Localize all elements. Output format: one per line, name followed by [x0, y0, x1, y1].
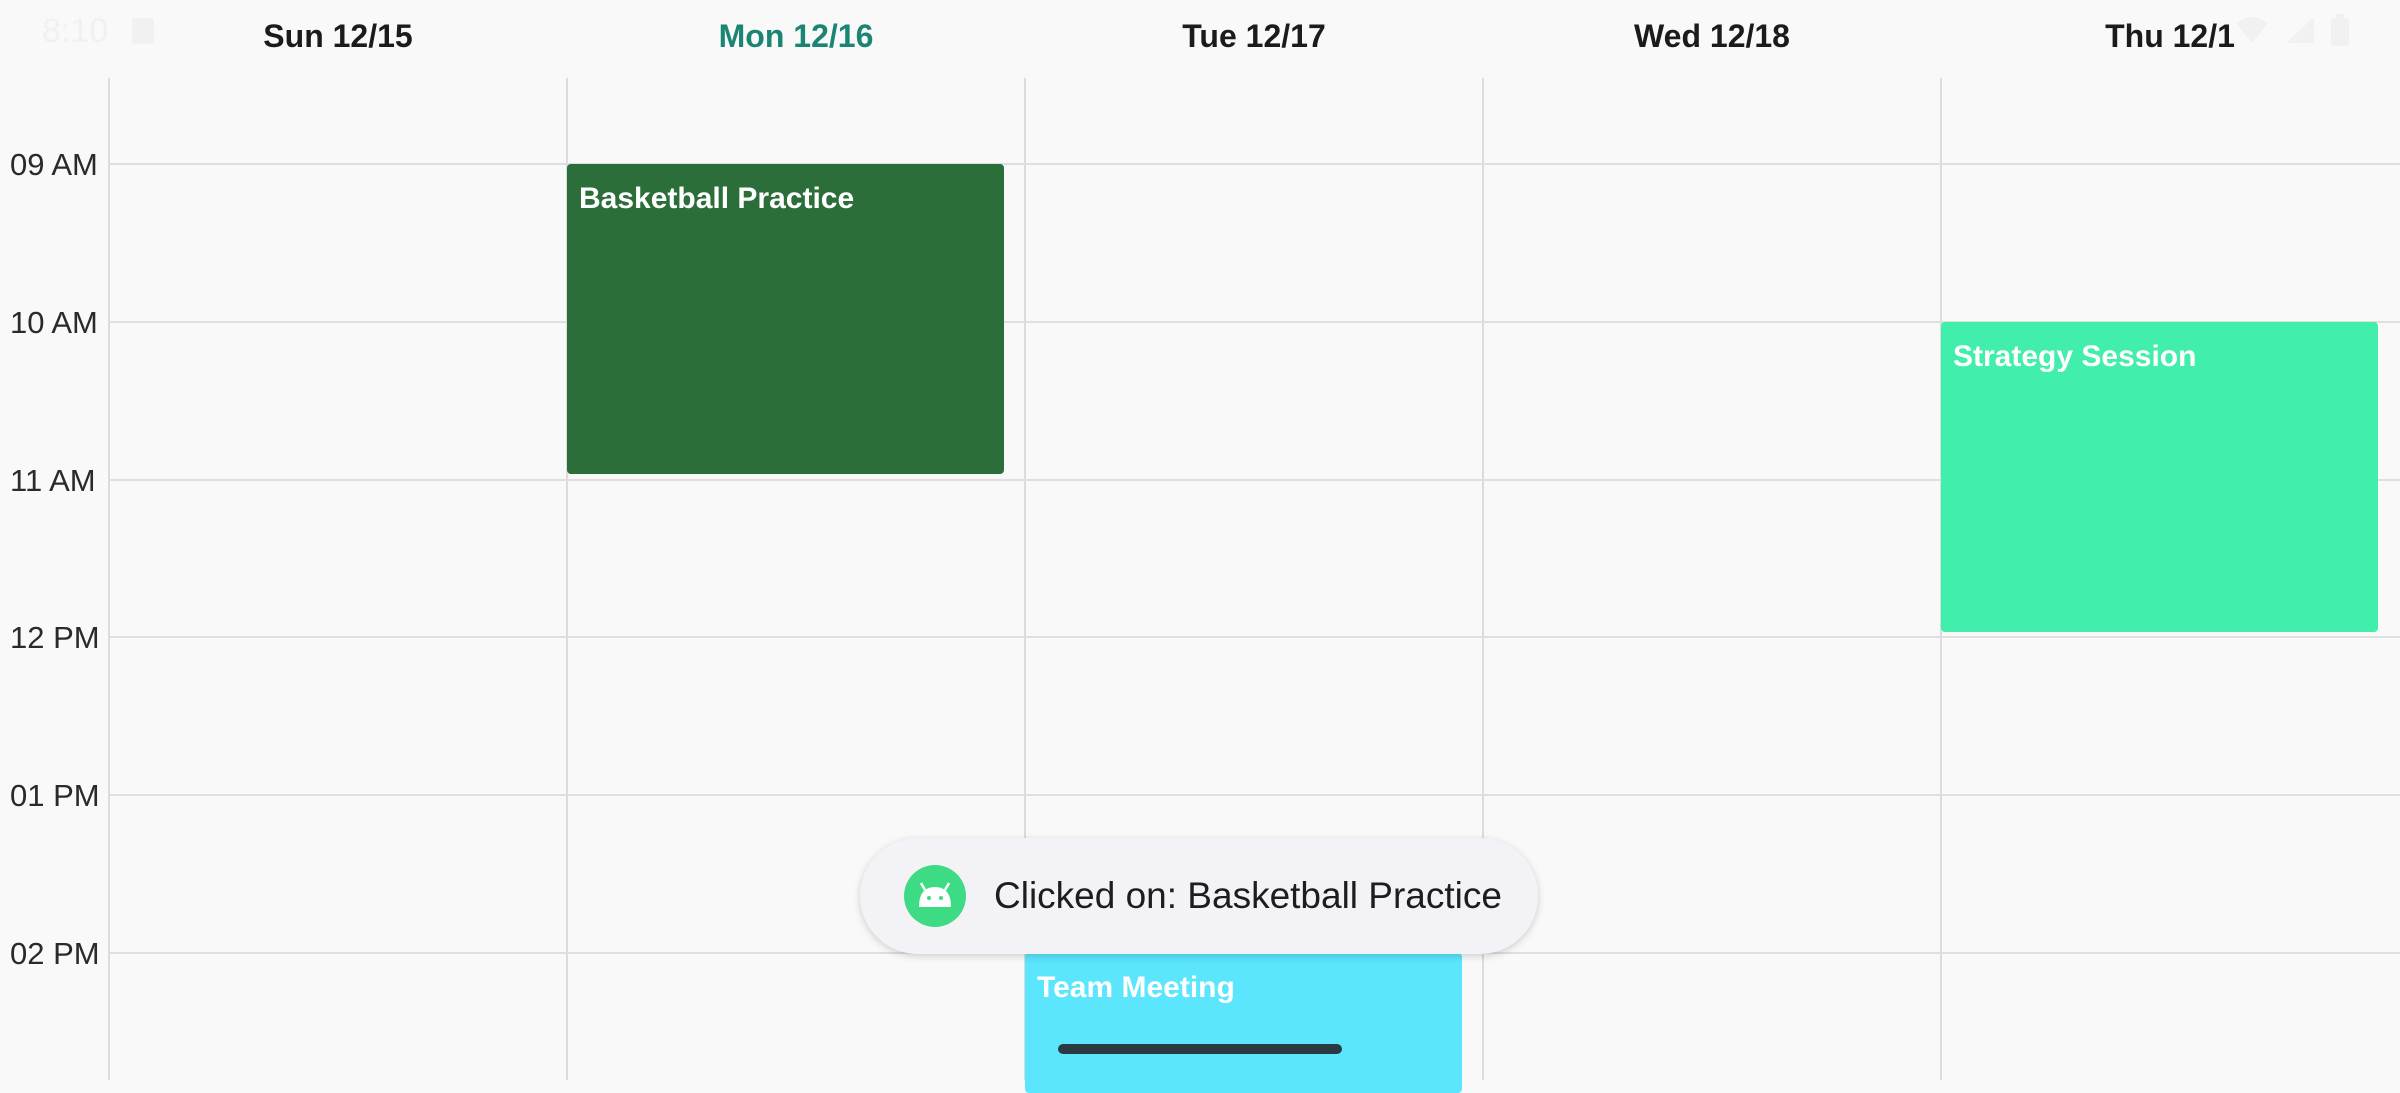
toast: Clicked on: Basketball Practice [860, 838, 1538, 954]
hour-line [108, 794, 2400, 796]
event-team-meeting[interactable]: Team Meeting [1025, 953, 1462, 1093]
toast-message: Clicked on: Basketball Practice [994, 875, 1502, 916]
time-label: 11 AM [10, 463, 96, 498]
hour-line [108, 636, 2400, 638]
time-label: 02 PM [10, 936, 100, 971]
android-icon [904, 865, 966, 927]
event-strategy-session[interactable]: Strategy Session [1941, 322, 2378, 632]
time-label: 01 PM [10, 778, 100, 813]
event-title: Basketball Practice [579, 182, 855, 215]
time-label: 12 PM [10, 620, 100, 655]
day-header-sun[interactable]: Sun 12/15 [109, 18, 567, 55]
event-title: Team Meeting [1037, 971, 1235, 1004]
day-header-tue[interactable]: Tue 12/17 [1025, 18, 1483, 55]
event-basketball-practice[interactable]: Basketball Practice [567, 164, 1004, 474]
event-title: Strategy Session [1953, 340, 2197, 373]
time-label: 10 AM [10, 305, 98, 340]
gesture-nav-handle[interactable] [1058, 1044, 1342, 1054]
day-header-thu[interactable]: Thu 12/1 [1941, 18, 2399, 55]
day-header-mon[interactable]: Mon 12/16 [567, 18, 1025, 55]
status-time: 8:10 [42, 12, 109, 50]
hour-line [108, 163, 2400, 165]
day-header-wed[interactable]: Wed 12/18 [1483, 18, 1941, 55]
time-label: 09 AM [10, 147, 98, 182]
grid-line [108, 78, 110, 1080]
